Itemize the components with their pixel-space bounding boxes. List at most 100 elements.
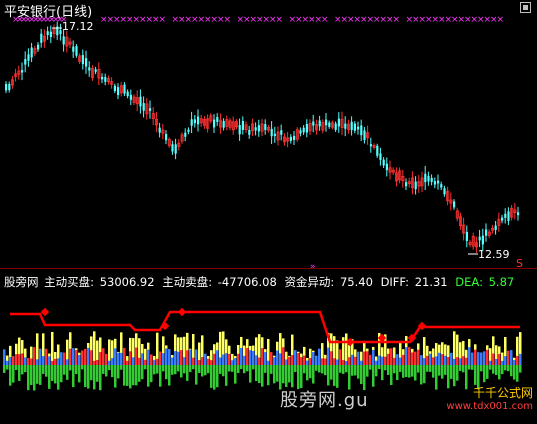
green-bar [18,365,21,381]
candle-body [72,46,75,52]
flow-bar [261,348,264,365]
candle-body [357,126,360,130]
green-bar [153,365,156,375]
flow-bar [216,350,219,365]
green-bar [183,365,186,374]
green-bar [285,365,288,387]
flow-bar [468,347,471,365]
candle-body [350,121,353,131]
flow-bar [369,354,372,365]
green-bar [276,365,279,382]
green-bar [162,365,165,372]
green-bar [147,365,150,387]
green-bar [345,365,348,373]
flow-bar [78,355,81,365]
flow-bar [12,356,15,365]
candle-body [142,103,145,111]
price-chart-panel[interactable]: × × × × × × × × × × × × × × × × × × × × × × × × × × × × × × × × × × × × × × × ×… [0,0,537,268]
green-bar [462,365,465,373]
flow-bar [255,355,258,365]
brand-url: www.tdx001.com [446,401,533,412]
green-bar [252,365,255,370]
flow-bar [27,358,30,365]
green-bar [408,365,411,378]
flow-bar [258,357,261,365]
brand-name: 千千公式网 [472,386,533,400]
flow-bar [399,357,402,365]
yellow-bar [51,331,54,365]
green-bar [189,365,192,372]
green-bar [156,365,159,374]
green-bar [396,365,399,381]
flow-bar [321,358,324,365]
signal-marker: × [393,15,401,25]
flow-bar [426,355,429,365]
green-bar [315,365,318,371]
flow-bar [327,347,330,365]
candle-body [443,188,446,195]
flow-bar [465,357,468,365]
green-bar [81,365,84,370]
flow-bar [330,351,333,365]
green-bar [288,365,291,383]
yellow-bar [345,333,348,365]
green-bar [108,365,111,371]
green-bar [63,365,66,375]
green-bar [351,365,354,376]
flow-bar [507,350,510,365]
dea-label: DEA: [455,275,483,289]
flow-bar [111,358,114,365]
green-bar [213,365,216,390]
flow-bar [477,352,480,365]
flow-bar [387,353,390,365]
flow-bar [207,358,210,365]
green-bar [84,365,87,388]
green-bar [21,365,24,375]
flow-bar [318,348,321,365]
flow-bar [294,350,297,365]
flow-bar [183,357,186,365]
flow-bar [42,356,45,365]
green-bar [33,365,36,391]
green-bar [438,365,441,376]
green-bar [129,365,132,389]
flow-bar [435,356,438,365]
candle-body [453,201,456,208]
flow-bar [459,358,462,365]
flow-bar [510,350,513,365]
green-bar [30,365,33,385]
green-bar [504,365,507,371]
flow-bar [357,351,360,365]
flow-bar [231,360,234,365]
flow-bar [66,359,69,365]
flow-bar [15,354,18,365]
green-bar [366,365,369,377]
candle-body [30,47,33,58]
panel-divider [0,268,537,269]
flow-bar [285,359,288,365]
candle-body [437,180,440,184]
flow-bar [75,349,78,365]
green-bar [492,365,495,374]
window-restore-icon[interactable] [520,2,531,13]
flow-bar [93,360,96,365]
green-bar [378,365,381,370]
flow-bar [270,352,273,365]
green-bar [423,365,426,384]
candle-body [299,130,302,134]
green-bar [354,365,357,376]
green-bar [441,365,444,379]
green-bar [387,365,390,375]
flow-bar [153,360,156,365]
green-bar [450,365,453,379]
candle-body [46,31,49,36]
green-bar [270,365,273,374]
flow-bar [513,360,516,365]
flow-bar [432,357,435,365]
green-bar [324,365,327,376]
flow-bar [486,349,489,365]
flow-bar [33,347,36,365]
flow-bar [48,356,51,365]
green-bar [3,365,6,373]
candle-body [257,125,260,132]
